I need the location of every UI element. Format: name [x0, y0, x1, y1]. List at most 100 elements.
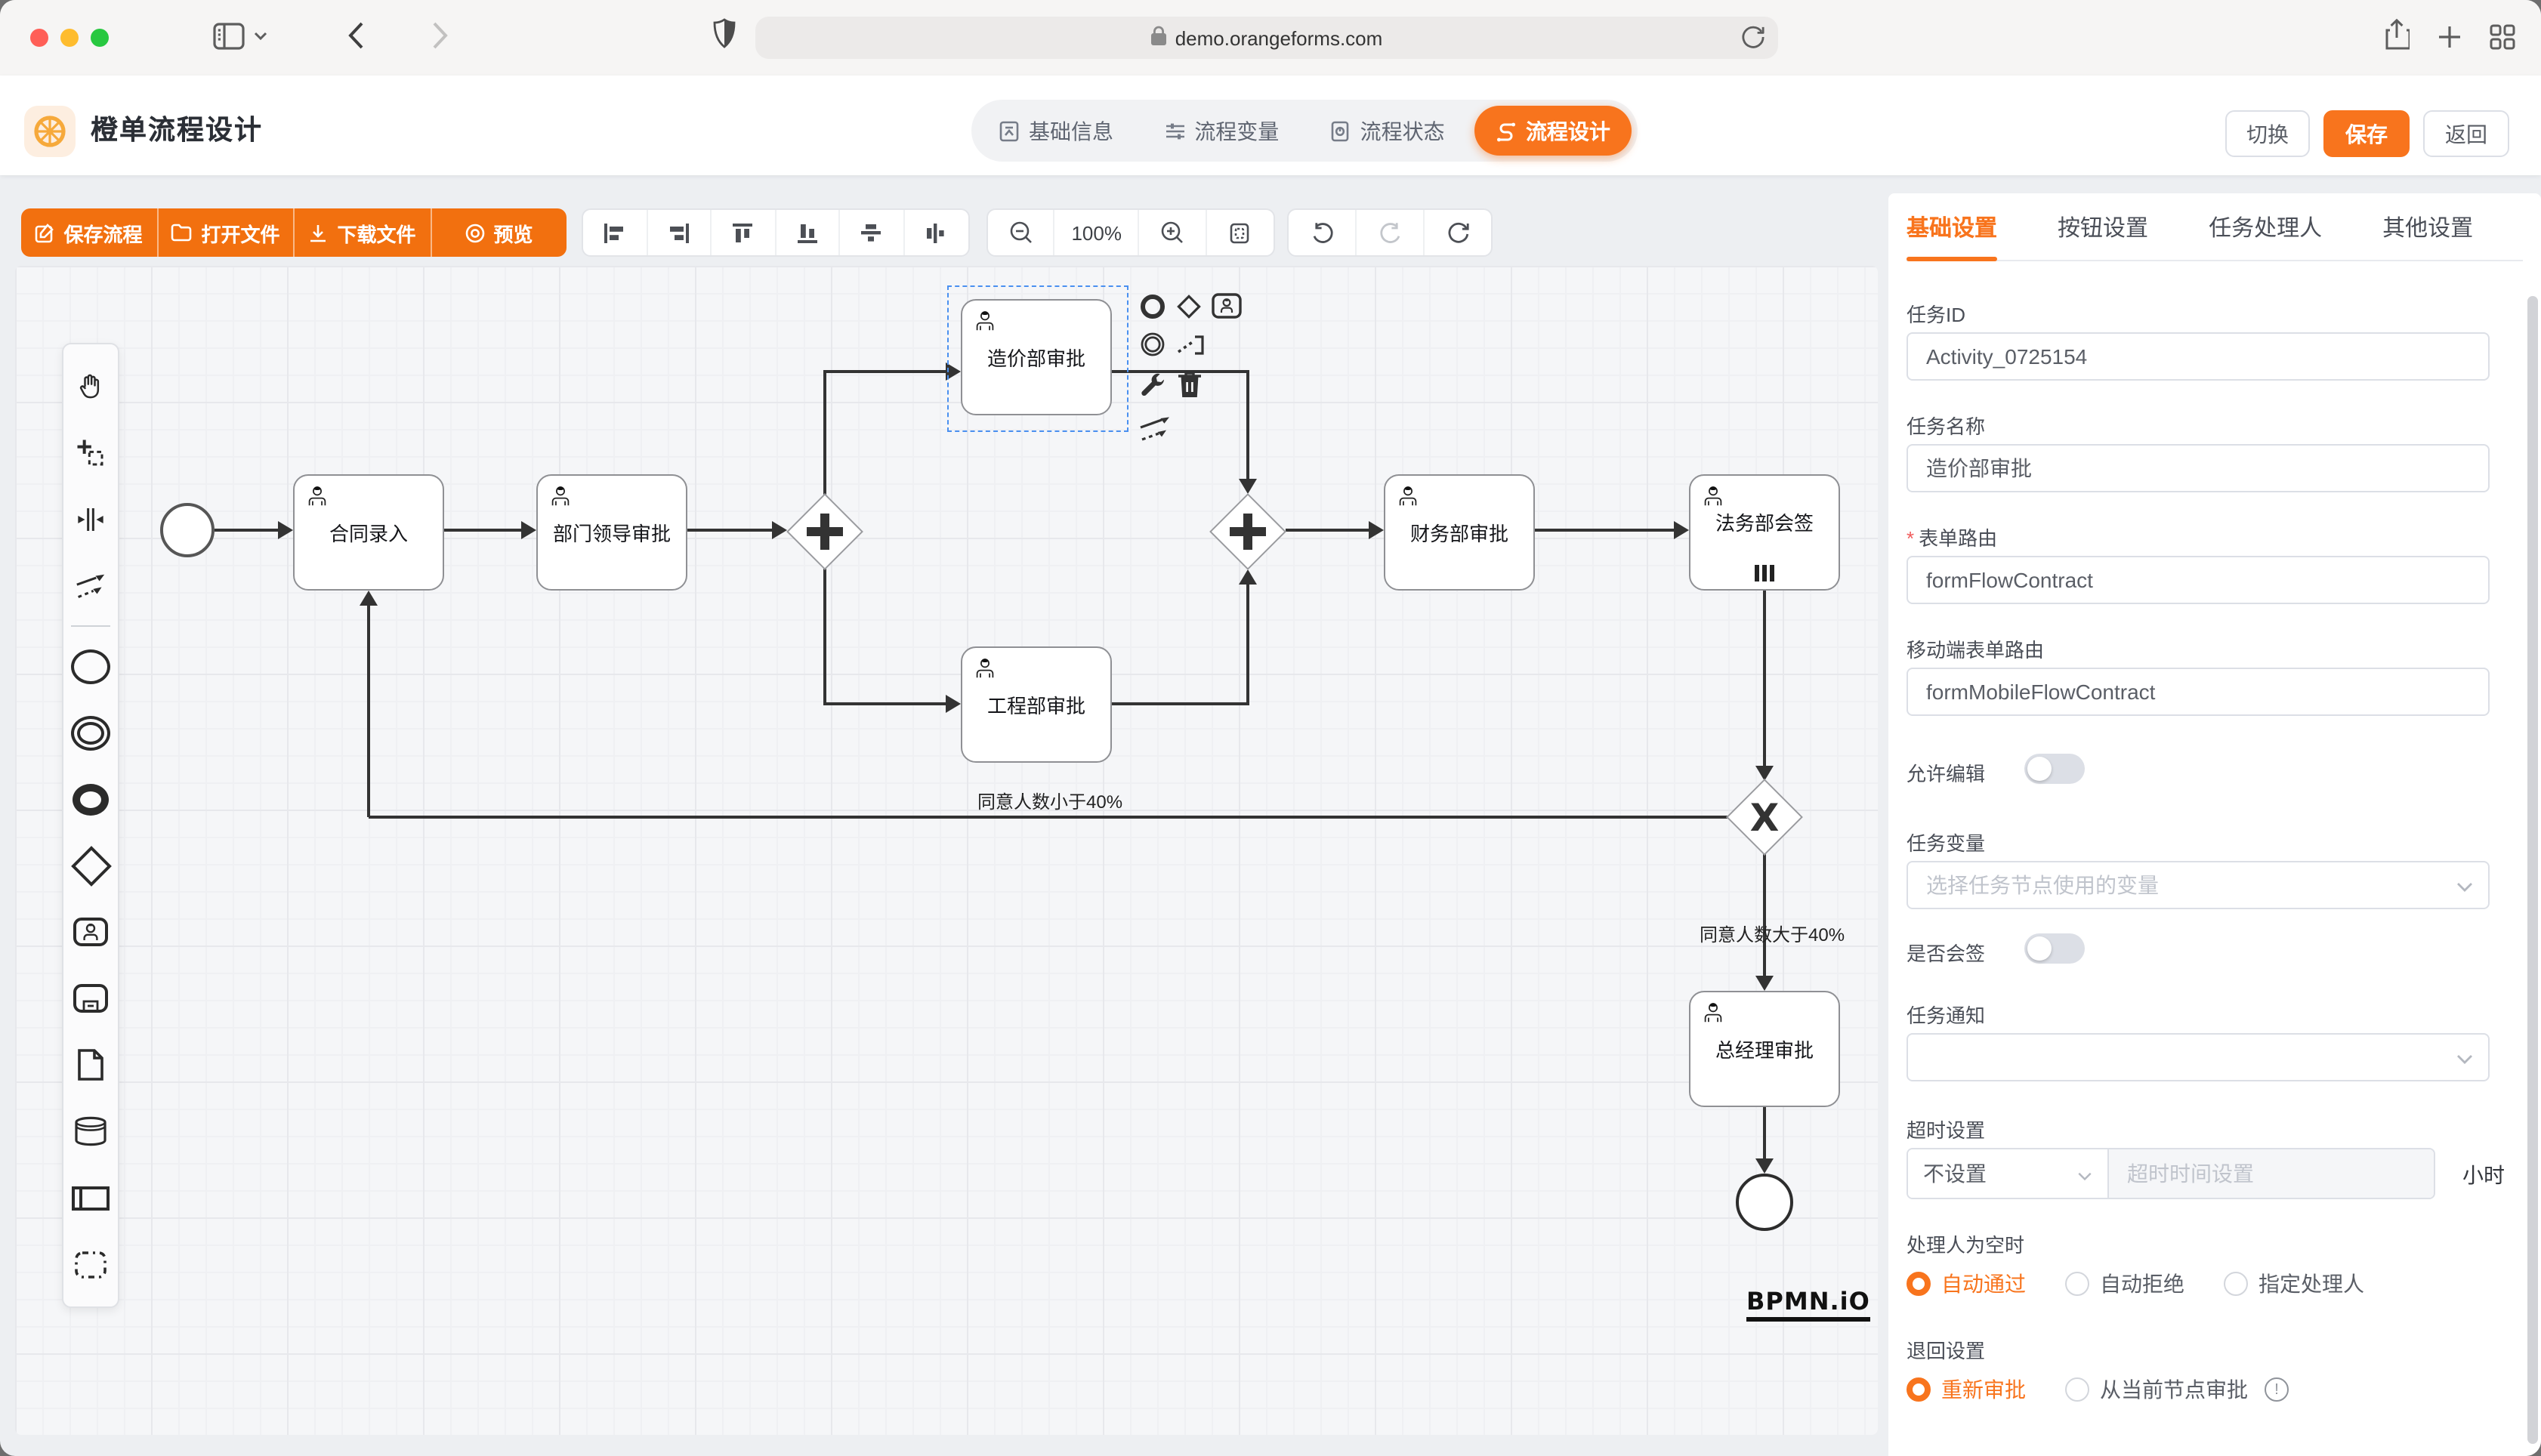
flow-edge[interactable]: [1535, 529, 1674, 532]
minimize-window-button[interactable]: [60, 29, 79, 47]
download-file-button[interactable]: 下载文件: [295, 208, 431, 257]
switch-button[interactable]: 切换: [2225, 110, 2310, 157]
form-route-field[interactable]: [1907, 556, 2490, 604]
task-name-field[interactable]: [1907, 444, 2490, 492]
bpmn-io-watermark[interactable]: BPMN.iO: [1746, 1287, 1870, 1322]
zoom-in-icon[interactable]: [1140, 210, 1207, 255]
align-top-icon[interactable]: [712, 210, 776, 255]
tab-flow-design[interactable]: 流程设计: [1474, 106, 1632, 156]
align-bottom-icon[interactable]: [776, 210, 840, 255]
edge-label-lt40[interactable]: 同意人数小于40%: [977, 788, 1122, 814]
create-gateway[interactable]: [65, 832, 116, 899]
create-user-task[interactable]: [65, 899, 116, 965]
sidebar-icon[interactable]: [213, 23, 245, 50]
radio-auto-approve[interactable]: 自动通过: [1907, 1269, 2026, 1299]
mobile-route-field[interactable]: [1907, 668, 2490, 716]
create-group[interactable]: [65, 1231, 116, 1297]
tab-overview-icon[interactable]: [2490, 24, 2515, 50]
append-user-task-icon[interactable]: [1212, 293, 1242, 326]
flow-edge[interactable]: [1763, 853, 1766, 976]
task-cost-dept-approval[interactable]: 造价部审批: [961, 299, 1112, 415]
shield-icon[interactable]: [713, 18, 736, 48]
timeout-time-input[interactable]: 超时时间设置: [2109, 1149, 2434, 1198]
tab-other-settings[interactable]: 其他设置: [2382, 193, 2473, 260]
create-end-event[interactable]: [65, 766, 116, 832]
flow-edge[interactable]: [1286, 529, 1369, 532]
flow-edge[interactable]: [444, 529, 521, 532]
append-gateway-icon[interactable]: [1175, 293, 1203, 328]
new-tab-icon[interactable]: [2438, 26, 2461, 48]
flow-edge[interactable]: [367, 606, 370, 817]
task-general-manager-approval[interactable]: 总经理审批: [1689, 991, 1840, 1107]
forward-icon[interactable]: [432, 21, 449, 50]
flow-edge[interactable]: [369, 816, 1728, 819]
flow-edge[interactable]: [823, 702, 946, 705]
wrench-icon[interactable]: [1139, 372, 1168, 408]
save-flow-button[interactable]: 保存流程: [21, 208, 158, 257]
tab-flow-status[interactable]: 流程状态: [1309, 106, 1466, 156]
countersign-toggle[interactable]: [2024, 933, 2085, 964]
flow-edge[interactable]: [687, 529, 772, 532]
close-window-button[interactable]: [30, 29, 48, 47]
text-annotation-icon[interactable]: [1175, 331, 1209, 366]
flow-edge[interactable]: [823, 370, 946, 373]
radio-from-current-node[interactable]: 从当前节点审批!: [2065, 1374, 2289, 1405]
radio-auto-reject[interactable]: 自动拒绝: [2065, 1269, 2184, 1299]
flow-edge[interactable]: [1112, 702, 1249, 705]
back-icon[interactable]: [347, 21, 364, 50]
task-variable-select[interactable]: 选择任务节点使用的变量: [1907, 861, 2490, 909]
flow-edge[interactable]: [1763, 1107, 1766, 1158]
create-intermediate-event[interactable]: [65, 699, 116, 766]
align-right-icon[interactable]: [647, 210, 712, 255]
flow-edge[interactable]: [1246, 370, 1249, 479]
task-contract-entry[interactable]: 合同录入: [293, 474, 444, 591]
radio-re-approve[interactable]: 重新审批: [1907, 1374, 2026, 1405]
tab-basic-settings[interactable]: 基础设置: [1907, 193, 1997, 260]
end-event[interactable]: [1736, 1174, 1793, 1231]
edge-label-gt40[interactable]: 同意人数大于40%: [1700, 921, 1845, 947]
task-legal-countersign[interactable]: 法务部会签: [1689, 474, 1840, 591]
preview-button[interactable]: 预览: [431, 208, 567, 257]
parallel-gateway-join[interactable]: [1210, 494, 1286, 569]
global-connect-tool[interactable]: [65, 553, 116, 619]
lasso-tool[interactable]: [65, 420, 116, 486]
create-data-store[interactable]: [65, 1098, 116, 1164]
task-dept-leader-approval[interactable]: 部门领导审批: [536, 474, 687, 591]
zoom-window-button[interactable]: [91, 29, 109, 47]
reload-icon[interactable]: [1742, 24, 1764, 54]
align-left-icon[interactable]: [583, 210, 647, 255]
tab-task-assignee[interactable]: 任务处理人: [2209, 193, 2322, 260]
create-participant[interactable]: [65, 1164, 116, 1231]
flow-edge[interactable]: [1246, 585, 1249, 705]
append-end-event-icon[interactable]: [1139, 293, 1166, 328]
open-file-button[interactable]: 打开文件: [158, 208, 295, 257]
flow-edge[interactable]: [823, 372, 826, 500]
create-data-object[interactable]: [65, 1032, 116, 1098]
undo-icon[interactable]: [1289, 210, 1357, 255]
exclusive-gateway[interactable]: X: [1727, 779, 1802, 855]
trash-icon[interactable]: [1177, 370, 1203, 406]
flow-edge[interactable]: [823, 562, 826, 704]
tab-button-settings[interactable]: 按钮设置: [2058, 193, 2148, 260]
radio-assign-handler[interactable]: 指定处理人: [2224, 1269, 2364, 1299]
restart-icon[interactable]: [1425, 210, 1491, 255]
bpmn-canvas[interactable]: 同意人数小于40% 同意人数大于40% X 合同录入 部门领导审批 造价部审批: [15, 266, 1878, 1435]
info-icon[interactable]: !: [2265, 1377, 2289, 1402]
chevron-down-icon[interactable]: [254, 32, 267, 41]
flow-edge[interactable]: [215, 529, 278, 532]
tab-flow-variables[interactable]: 流程变量: [1143, 106, 1300, 156]
timeout-mode-select[interactable]: 不设置: [1908, 1149, 2109, 1198]
fit-viewport-icon[interactable]: [1206, 210, 1274, 255]
panel-scrollbar[interactable]: [2527, 296, 2538, 1444]
task-engineering-approval[interactable]: 工程部审批: [961, 646, 1112, 763]
hand-tool[interactable]: [65, 353, 116, 420]
align-center-h-icon[interactable]: [904, 210, 968, 255]
address-bar[interactable]: demo.orangeforms.com: [755, 17, 1778, 59]
task-finance-approval[interactable]: 财务部审批: [1384, 474, 1535, 591]
connect-tool-icon[interactable]: [1139, 414, 1172, 452]
create-start-event[interactable]: [65, 633, 116, 699]
append-intermediate-event-icon[interactable]: [1139, 331, 1166, 366]
align-center-v-icon[interactable]: [840, 210, 904, 255]
parallel-gateway-split[interactable]: [787, 494, 863, 569]
share-icon[interactable]: [2384, 18, 2410, 51]
